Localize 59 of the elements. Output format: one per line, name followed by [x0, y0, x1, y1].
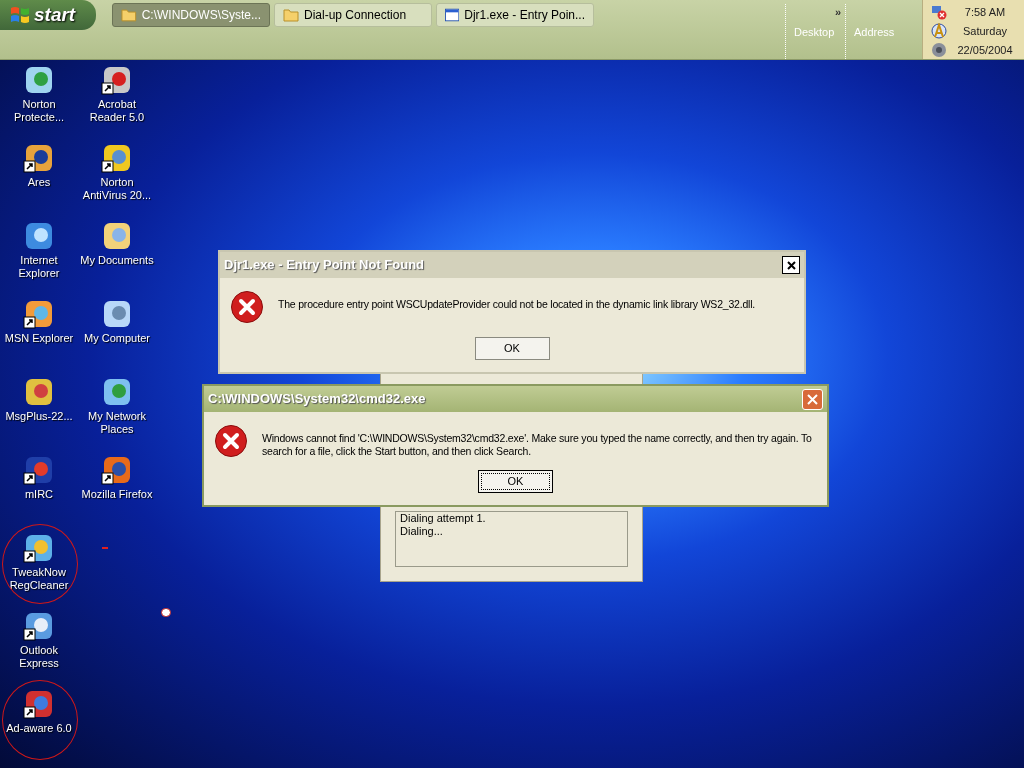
- taskbar-button[interactable]: Dial-up Connection: [274, 3, 432, 27]
- app-icon[interactable]: [101, 376, 133, 408]
- icon-label: Internet Explorer: [17, 254, 61, 280]
- app-icon[interactable]: [23, 454, 55, 486]
- clock-time[interactable]: 7:58 AM: [964, 3, 1006, 22]
- icon-label: My Network Places: [86, 410, 148, 436]
- icon-label: Norton Protecte...: [12, 98, 66, 124]
- folder-icon: [121, 8, 137, 22]
- app-icon[interactable]: [101, 142, 133, 174]
- start-button[interactable]: start: [0, 0, 96, 30]
- chevron-icon[interactable]: »: [834, 4, 841, 21]
- taskbar-button[interactable]: Djr1.exe - Entry Poin...: [436, 3, 594, 27]
- status-line: Dialing...: [400, 525, 444, 538]
- close-icon: [786, 260, 796, 270]
- app-icon[interactable]: [23, 688, 55, 720]
- title-bar: C:\WINDOWS\System32\cmd32.exe: [204, 386, 827, 412]
- error-message: The procedure entry point WSCUpdateProvider could not be located in the dynamic link library WS2_32.dll.: [278, 297, 757, 311]
- clock-day: Saturday: [963, 22, 1007, 41]
- icon-label: Ares: [26, 176, 52, 189]
- icon-label: MSN Explorer: [3, 332, 75, 345]
- icon-label: mIRC: [23, 488, 55, 501]
- app-icon[interactable]: [23, 298, 55, 330]
- icon-label: My Computer: [83, 332, 151, 345]
- icon-label: TweakNow RegCleaner: [8, 566, 70, 592]
- ok-button[interactable]: OK: [478, 470, 553, 493]
- speaker-icon[interactable]: [931, 42, 947, 58]
- network-error-icon[interactable]: [931, 4, 947, 20]
- window-icon: [445, 8, 460, 22]
- close-button[interactable]: [782, 256, 800, 274]
- clock-date: 22/05/2004: [957, 43, 1013, 58]
- title-bar: Djr1.exe - Entry Point Not Found: [220, 252, 804, 278]
- icon-label: Acrobat Reader 5.0: [88, 98, 146, 124]
- app-icon[interactable]: [23, 220, 55, 252]
- icon-label: Mozilla Firefox: [80, 488, 154, 501]
- app-icon[interactable]: [101, 220, 133, 252]
- icon-label: Outlook Express: [18, 644, 60, 670]
- error-message: Windows cannot find 'C:\WINDOWS\System32\cmd32.exe'. Make sure you typed the name correctly, and then try again. To search for a file, click the Start button, and then click Search.: [262, 431, 813, 458]
- app-icon[interactable]: [23, 142, 55, 174]
- app-icon[interactable]: [23, 376, 55, 408]
- icon-label: My Documents: [79, 254, 155, 267]
- icon-label: Ad-aware 6.0: [5, 722, 73, 735]
- paint-mark: [102, 547, 108, 549]
- app-icon[interactable]: [101, 298, 133, 330]
- close-icon: [807, 393, 818, 405]
- error-icon: [230, 290, 264, 324]
- icon-label: Norton AntiVirus 20...: [81, 176, 153, 202]
- windows-logo-icon: [10, 5, 30, 25]
- error-icon: [214, 424, 248, 458]
- app-icon[interactable]: [23, 532, 55, 564]
- app-icon[interactable]: [101, 454, 133, 486]
- app-icon[interactable]: [101, 64, 133, 96]
- paint-mark: [161, 608, 171, 617]
- folder-icon: [283, 8, 299, 22]
- app-icon[interactable]: [23, 64, 55, 96]
- icon-label: MsgPlus-22...: [4, 410, 74, 423]
- status-line: Dialing attempt 1.: [400, 512, 487, 525]
- app-icon[interactable]: [23, 610, 55, 642]
- ok-button[interactable]: OK: [474, 337, 550, 360]
- tray-app-icon[interactable]: [931, 23, 947, 39]
